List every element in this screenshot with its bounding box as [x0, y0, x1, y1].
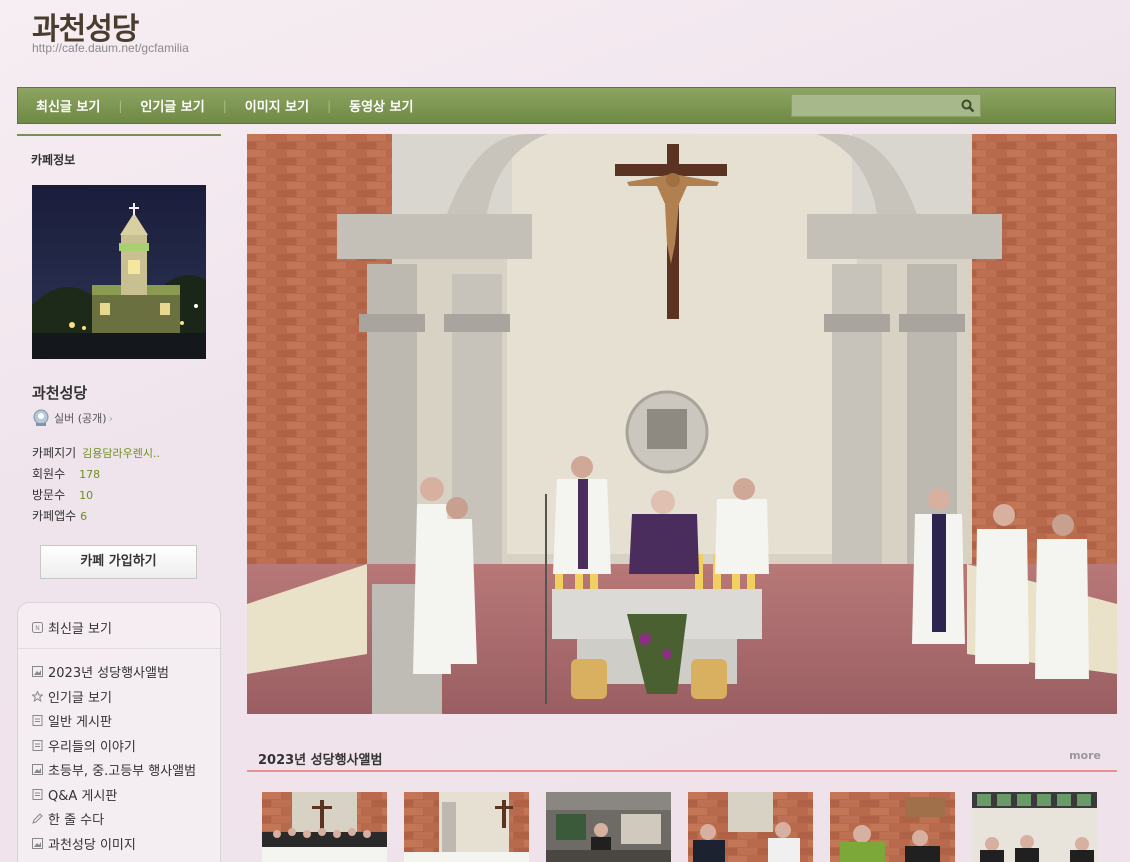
album-thumbnail[interactable] [262, 792, 387, 862]
menu-latest-posts[interactable]: N 최신글 보기 [32, 618, 112, 637]
cafe-grade[interactable]: 실버 (공개) › [32, 409, 113, 427]
menu-label: 우리들의 이야기 [48, 740, 136, 755]
menu-item-popular[interactable]: 인기글 보기 [32, 687, 112, 706]
album-icon [32, 838, 43, 849]
menu-label: 일반 게시판 [48, 715, 112, 730]
sidebar: 카페정보 과천성당 실버 (공개) › 카페지기 김용담라우렌시.. 회원수 1… [17, 134, 221, 862]
new-icon: N [32, 622, 43, 633]
album-section-header: 2023년 성당행사앨범 more [247, 746, 1117, 772]
album-thumbnail[interactable] [972, 792, 1097, 862]
pencil-icon [32, 813, 43, 824]
menu-item-youth-album[interactable]: 초등부, 중.고등부 행사앨범 [32, 760, 196, 779]
menu-label: 2023년 성당행사앨범 [48, 666, 169, 681]
menu-item-church-images[interactable]: 과천성당 이미지 [32, 834, 136, 853]
sidebar-divider [17, 134, 221, 136]
cafe-menu: N 최신글 보기 2023년 성당행사앨범 인기글 보기 일반 게시판 우리들의… [17, 602, 221, 862]
stat-value[interactable]: 178 [79, 468, 100, 481]
nav-images[interactable]: 이미지 보기 [227, 96, 327, 115]
stat-value: 10 [79, 489, 94, 502]
album-thumbnail[interactable] [404, 792, 529, 862]
nav-videos[interactable]: 동영상 보기 [331, 96, 431, 115]
menu-label: 인기글 보기 [48, 691, 112, 706]
stat-app-count: 카페앱수 6 [32, 507, 87, 524]
menu-label: 과천성당 이미지 [48, 838, 136, 853]
album-thumbnail[interactable] [688, 792, 813, 862]
board-icon [32, 789, 43, 800]
silver-grade-icon [33, 409, 49, 426]
stat-value: 6 [80, 510, 88, 523]
album-icon [32, 764, 43, 775]
cafe-name: 과천성당 [32, 384, 88, 402]
album-more-link[interactable]: more [1069, 749, 1101, 762]
menu-divider [18, 648, 220, 649]
svg-text:N: N [35, 625, 40, 632]
menu-item-one-liner[interactable]: 한 줄 수다 [32, 809, 104, 828]
menu-label: 초등부, 중.고등부 행사앨범 [48, 764, 197, 779]
stat-label: 방문수 [32, 488, 66, 502]
menu-item-qna[interactable]: Q&A 게시판 [32, 785, 117, 804]
search-icon[interactable] [961, 99, 975, 113]
menu-item-2023-album[interactable]: 2023년 성당행사앨범 [32, 662, 169, 681]
menu-label: 최신글 보기 [48, 622, 112, 637]
stat-label: 카페지기 [32, 446, 77, 460]
cafe-info-label: 카페정보 [31, 153, 76, 167]
album-icon [32, 666, 43, 677]
cafe-header: 과천성당 http://cafe.daum.net/gcfamilia [32, 14, 189, 56]
board-icon [32, 740, 43, 751]
nav-latest-posts[interactable]: 최신글 보기 [18, 96, 118, 115]
stat-members: 회원수 178 [32, 465, 100, 482]
grade-label: 실버 (공개) [54, 412, 107, 425]
stat-visits: 방문수 10 [32, 486, 93, 503]
menu-item-our-stories[interactable]: 우리들의 이야기 [32, 736, 136, 755]
manager-link[interactable]: 김용담라우렌시.. [82, 447, 160, 460]
menu-label: Q&A 게시판 [48, 789, 118, 804]
search-input[interactable] [791, 94, 981, 117]
menu-label: 한 줄 수다 [48, 813, 105, 828]
nav-popular-posts[interactable]: 인기글 보기 [122, 96, 222, 115]
board-icon [32, 715, 43, 726]
join-cafe-button[interactable]: 카페 가입하기 [40, 545, 197, 579]
album-thumbnail[interactable] [830, 792, 955, 862]
stat-label: 회원수 [32, 467, 66, 481]
album-thumbnail[interactable] [546, 792, 671, 862]
album-section-title[interactable]: 2023년 성당행사앨범 [258, 749, 382, 768]
cafe-url[interactable]: http://cafe.daum.net/gcfamilia [32, 41, 189, 55]
menu-item-general-board[interactable]: 일반 게시판 [32, 711, 112, 730]
chevron-right-icon: › [108, 411, 113, 425]
stat-manager: 카페지기 김용담라우렌시.. [32, 444, 160, 461]
cafe-image[interactable] [32, 185, 206, 359]
top-navbar: 최신글 보기 | 인기글 보기 | 이미지 보기 | 동영상 보기 [17, 87, 1116, 124]
stat-label: 카페앱수 [32, 509, 77, 523]
main-photo[interactable] [247, 134, 1117, 714]
star-icon [32, 691, 43, 702]
